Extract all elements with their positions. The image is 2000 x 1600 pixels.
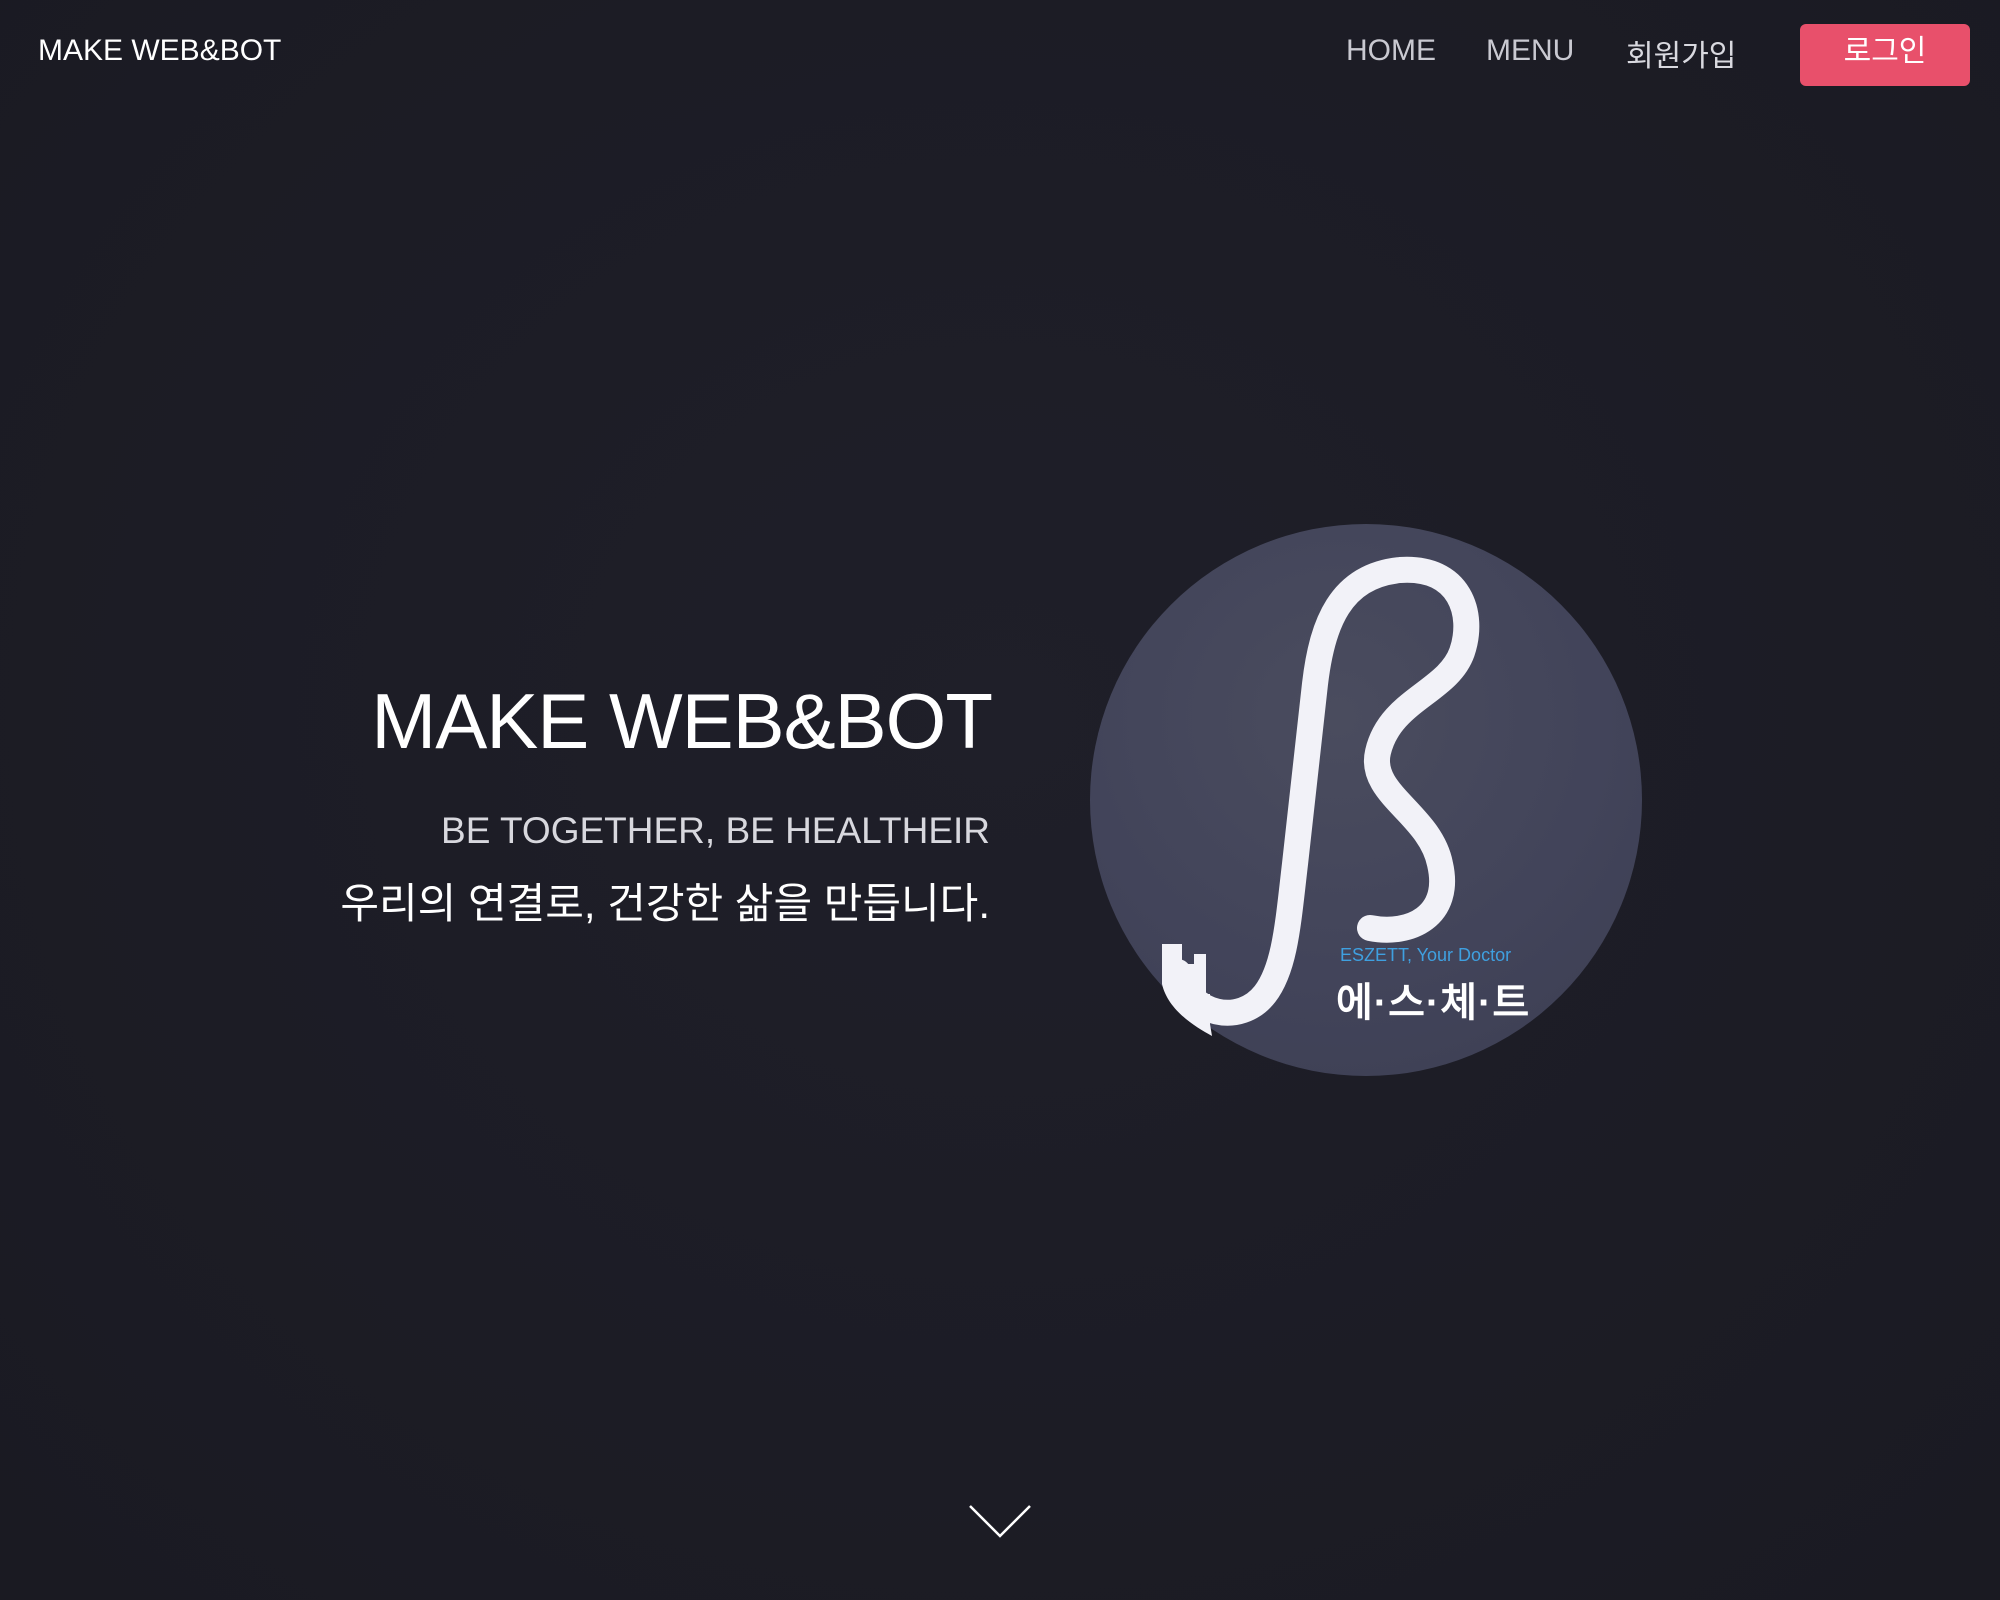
scroll-down-button[interactable]: [968, 1502, 1032, 1542]
nav-signup[interactable]: 회원가입: [1626, 31, 1736, 75]
hero-subtitle-ko: 우리의 연결로, 건강한 삶을 만듭니다.: [340, 880, 990, 927]
nav-menu[interactable]: MENU: [1486, 34, 1574, 68]
nav-links: HOME MENU 회원가입 로그인: [0, 0, 2000, 106]
chevron-down-icon: [969, 1505, 1031, 1538]
eszett-logo: ESZETT, Your Doctor 에·스·체·트: [1090, 524, 1642, 1076]
navbar: MAKE WEB&BOT HOME MENU 회원가입 로그인: [0, 0, 2000, 106]
logo-name: 에·스·체·트: [1336, 981, 1531, 1025]
page: MAKE WEB&BOT HOME MENU 회원가입 로그인 MAKE WEB…: [0, 0, 2000, 1600]
hero-title: MAKE WEB&BOT: [371, 677, 993, 765]
nav-home[interactable]: HOME: [1346, 34, 1436, 68]
hero-subtitle-en: BE TOGETHER, BE HEALTHEIR: [441, 810, 990, 851]
logo-tagline: ESZETT, Your Doctor: [1340, 945, 1512, 965]
login-button[interactable]: 로그인: [1800, 24, 1970, 86]
